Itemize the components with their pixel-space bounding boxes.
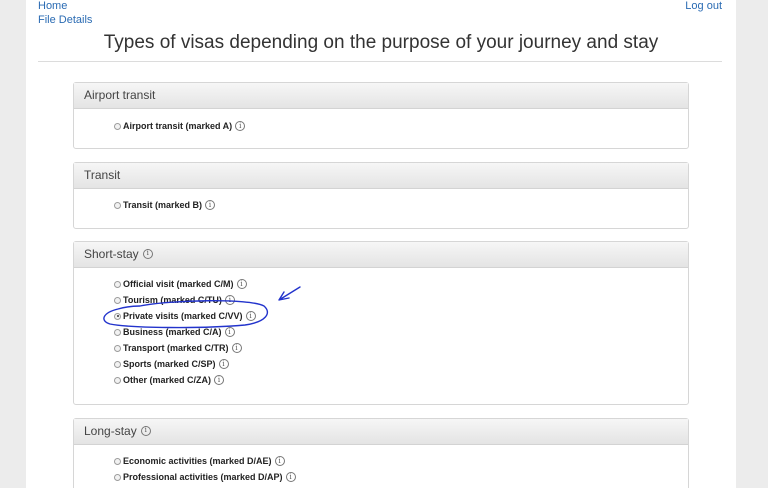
section-airport-transit: Airport transit Airport transit (marked …	[73, 82, 689, 149]
option-label: Airport transit (marked A)	[123, 121, 233, 131]
file-details-link[interactable]: File Details	[38, 14, 92, 26]
info-icon[interactable]: i	[236, 279, 247, 289]
visa-option-tourism[interactable]: Tourism (marked C/TU) i	[114, 293, 235, 307]
visa-option-airport-transit[interactable]: Airport transit (marked A) i	[114, 119, 246, 133]
radio-button[interactable]	[114, 280, 121, 288]
info-icon[interactable]: i	[224, 295, 235, 305]
option-label: Business (marked C/A)	[123, 327, 222, 337]
option-label: Economic activities (marked D/AE)	[123, 456, 272, 466]
section-title: Transit	[84, 168, 121, 182]
section-header: Long-stay i	[74, 419, 688, 445]
section-header: Airport transit	[74, 83, 688, 109]
option-label: Private visits (marked C/VV)	[123, 311, 243, 321]
section-transit: Transit Transit (marked B) i	[73, 162, 689, 229]
info-icon[interactable]: i	[285, 472, 296, 482]
visa-option-official-visit[interactable]: Official visit (marked C/M) i	[114, 277, 247, 291]
option-label: Official visit (marked C/M)	[123, 279, 234, 289]
radio-button[interactable]	[114, 457, 121, 465]
info-icon[interactable]: i	[218, 359, 229, 369]
visa-option-business[interactable]: Business (marked C/A) i	[114, 325, 235, 339]
section-header: Short-stay i	[74, 242, 688, 268]
page-title: Types of visas depending on the purpose …	[103, 32, 659, 53]
section-title: Long-stay	[84, 424, 137, 438]
visa-option-sports[interactable]: Sports (marked C/SP) i	[114, 357, 229, 371]
radio-button[interactable]	[114, 122, 121, 130]
radio-button[interactable]	[114, 201, 121, 209]
page-content: Home File Details Log out Types of visas…	[26, 0, 736, 488]
option-label: Professional activities (marked D/AP)	[123, 472, 283, 482]
radio-button[interactable]	[114, 296, 121, 304]
section-short-stay: Short-stay i Official visit (marked C/M) …	[73, 241, 689, 405]
section-title: Short-stay	[84, 247, 139, 261]
info-icon[interactable]: i	[245, 311, 256, 321]
radio-button[interactable]	[114, 473, 121, 481]
section-title: Airport transit	[84, 88, 156, 102]
option-label: Sports (marked C/SP)	[123, 359, 216, 369]
radio-button[interactable]	[114, 344, 121, 352]
title-divider	[38, 61, 722, 62]
info-icon[interactable]: i	[231, 343, 242, 353]
info-icon[interactable]: i	[140, 425, 151, 436]
info-icon[interactable]: i	[274, 456, 285, 466]
logout-link[interactable]: Log out	[685, 0, 722, 12]
visa-option-transit[interactable]: Transit (marked B) i	[114, 198, 216, 212]
radio-button[interactable]	[114, 360, 121, 368]
info-icon[interactable]: i	[214, 375, 225, 385]
visa-option-other[interactable]: Other (marked C/ZA) i	[114, 373, 225, 387]
visa-option-transport[interactable]: Transport (marked C/TR) i	[114, 341, 242, 355]
radio-button[interactable]	[114, 328, 121, 336]
radio-button[interactable]	[114, 376, 121, 384]
section-long-stay: Long-stay i Economic activities (marked D…	[73, 418, 689, 488]
option-label: Transport (marked C/TR)	[123, 343, 229, 353]
visa-option-private-visits[interactable]: Private visits (marked C/VV) i	[114, 309, 256, 323]
option-label: Tourism (marked C/TU)	[123, 295, 222, 305]
info-icon[interactable]: i	[235, 121, 246, 131]
info-icon[interactable]: i	[142, 248, 153, 259]
visa-option-professional-activities[interactable]: Professional activities (marked D/AP) i	[114, 470, 296, 484]
info-icon[interactable]: i	[205, 200, 216, 210]
section-header: Transit	[74, 163, 688, 189]
home-link[interactable]: Home	[38, 0, 67, 12]
info-icon[interactable]: i	[224, 327, 235, 337]
option-label: Other (marked C/ZA)	[123, 375, 212, 385]
option-label: Transit (marked B)	[123, 200, 203, 210]
visa-option-economic-activities[interactable]: Economic activities (marked D/AE) i	[114, 454, 285, 468]
radio-button-selected[interactable]	[114, 312, 121, 320]
